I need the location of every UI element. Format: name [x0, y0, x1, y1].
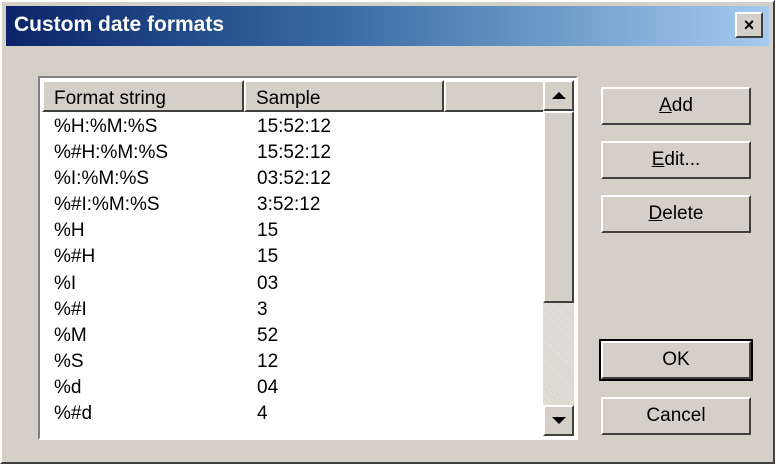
scroll-thumb[interactable]: [543, 111, 574, 303]
format-string-cell: %M: [54, 324, 87, 346]
list-rows: %H:%M:%S 15:52:12 %#H:%M:%S 15:52:12 %I:%M:%…: [42, 114, 547, 427]
sample-cell: 04: [257, 376, 279, 398]
format-string-cell: %#I: [54, 298, 87, 320]
list-item[interactable]: %#I 3: [42, 297, 547, 323]
scroll-up-button[interactable]: [543, 80, 574, 111]
column-header-empty[interactable]: [444, 80, 547, 112]
window-title: Custom date formats: [14, 13, 225, 36]
format-string-cell: %d: [54, 376, 82, 398]
vertical-scrollbar[interactable]: [543, 80, 574, 436]
scroll-down-button[interactable]: [543, 405, 574, 436]
sample-cell: 15: [257, 220, 279, 242]
arrow-up-icon: [551, 92, 566, 99]
sample-cell: 15:52:12: [257, 142, 331, 164]
list-item[interactable]: %I 03: [42, 271, 547, 297]
list-item[interactable]: %d 04: [42, 375, 547, 401]
list-item[interactable]: %M 52: [42, 323, 547, 349]
formats-list[interactable]: Format string Sample %H:%M:%S 15:52:12 %#H…: [38, 76, 578, 440]
edit-button[interactable]: Edit...: [601, 141, 751, 179]
format-string-cell: %#H:%M:%S: [54, 142, 169, 164]
custom-date-formats-dialog: Custom date formats × Format string Samp…: [0, 0, 775, 464]
list-item[interactable]: %#H 15: [42, 244, 547, 270]
sample-cell: 4: [257, 403, 268, 425]
column-header-sample[interactable]: Sample: [244, 80, 444, 112]
sample-cell: 3:52:12: [257, 194, 321, 216]
list-header: Format string Sample: [42, 80, 547, 112]
sample-cell: 03: [257, 272, 279, 294]
list-item[interactable]: %I:%M:%S 03:52:12: [42, 166, 547, 192]
format-string-cell: %I: [54, 272, 77, 294]
ok-button[interactable]: OK: [599, 339, 753, 381]
sample-cell: 15: [257, 246, 279, 268]
close-icon: ×: [743, 14, 755, 35]
format-string-cell: %I:%M:%S: [54, 168, 150, 190]
list-item[interactable]: %S 12: [42, 349, 547, 375]
column-header-format[interactable]: Format string: [42, 80, 244, 112]
list-item[interactable]: %#d 4: [42, 401, 547, 427]
delete-button[interactable]: Delete: [601, 195, 751, 233]
sample-cell: 03:52:12: [257, 168, 331, 190]
cancel-button[interactable]: Cancel: [601, 397, 751, 435]
format-string-cell: %#I:%M:%S: [54, 194, 160, 216]
format-string-cell: %#d: [54, 403, 93, 425]
format-string-cell: %H:%M:%S: [54, 116, 158, 137]
format-string-cell: %S: [54, 350, 84, 372]
list-item[interactable]: %#I:%M:%S 3:52:12: [42, 192, 547, 218]
title-bar[interactable]: Custom date formats ×: [6, 6, 769, 46]
sample-cell: 12: [257, 350, 279, 372]
arrow-down-icon: [551, 417, 566, 424]
list-item[interactable]: %H:%M:%S 15:52:12: [42, 114, 547, 140]
sample-cell: 52: [257, 324, 279, 346]
list-item[interactable]: %H 15: [42, 218, 547, 244]
sample-cell: 3: [257, 298, 268, 320]
format-string-cell: %H: [54, 220, 85, 242]
format-string-cell: %#H: [54, 246, 96, 268]
close-button[interactable]: ×: [735, 12, 763, 38]
list-item[interactable]: %#H:%M:%S 15:52:12: [42, 140, 547, 166]
sample-cell: 15:52:12: [257, 116, 331, 137]
add-button[interactable]: Add: [601, 87, 751, 125]
